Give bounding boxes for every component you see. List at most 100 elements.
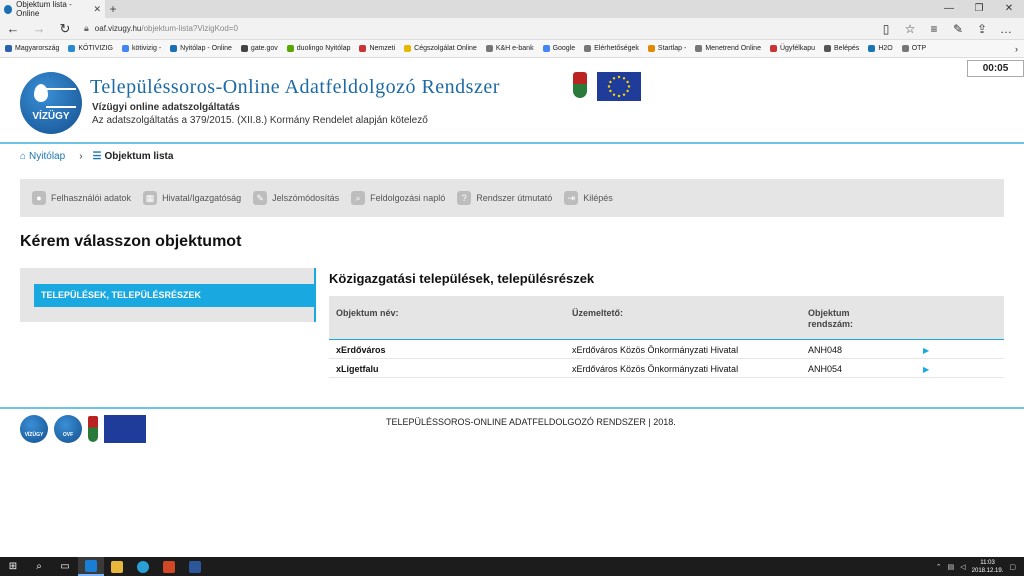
favorite-label: Ügyfélkapu [779,45,816,52]
restore-icon[interactable]: ❐ [964,0,994,18]
favorite-link[interactable]: gate.gov [240,45,278,52]
wrench-icon: ✎ [253,191,268,205]
building-icon: ▦ [143,191,158,205]
row-arrow-icon[interactable]: ▶ [923,365,929,374]
minimize-icon[interactable]: — [934,0,964,18]
favorite-label: Menetrend Online [705,45,761,52]
header-operator: Üzemeltető: [572,308,624,318]
footer-crest-icon [88,416,98,442]
back-icon[interactable]: ← [0,21,26,36]
favorites-overflow-icon[interactable]: › [1015,44,1018,54]
search-icon[interactable]: ⌕ [26,557,52,576]
breadcrumb-home-link[interactable]: ⌂ Nyitólap [20,151,65,162]
favorite-link[interactable]: Ügyfélkapu [769,45,816,52]
network-icon[interactable]: ▤ [948,563,955,571]
favorite-link[interactable]: kötivizig - [121,45,162,52]
favorite-label: kötivizig - [131,45,162,52]
table-row[interactable]: xErdőváros xErdőváros Közös Önkormányzat… [329,340,1004,359]
header-object-code-1: Objektum [808,308,850,318]
favorite-icon [5,45,12,52]
file-explorer-icon[interactable] [104,557,130,576]
windows-taskbar: ⊞ ⌕ ▭ ⌃ ▤ ◁ 11:03 2018.12.19. ▢ [0,557,1024,576]
chevron-right-icon: › [79,151,83,162]
favorite-icon [121,45,129,52]
eu-flag-icon [597,72,641,101]
hub-icon[interactable]: ≡ [922,22,946,36]
favorite-link[interactable]: Nemzeti [359,45,395,52]
row-operator: xErdőváros Közös Önkormányzati Hivatal [572,345,739,355]
menu-item-label: Jelszómódosítás [272,193,340,203]
taskbar-clock[interactable]: 11:03 2018.12.19. [972,559,1004,575]
windows-start-icon[interactable]: ⊞ [0,557,26,576]
favorite-link[interactable]: Magyarország [5,45,59,52]
menu-item[interactable]: ▦ Hivatal/Igazgatóság [143,191,241,205]
notifications-icon[interactable]: ▢ [1009,563,1016,571]
notes-icon[interactable]: ✎ [946,22,970,36]
favorite-link[interactable]: Cégszolgálat Online [404,45,477,52]
close-window-icon[interactable]: ✕ [994,0,1024,18]
menu-item[interactable]: ⇥ Kilépés [564,191,613,205]
forward-icon[interactable]: → [26,21,52,36]
page-heading: Kérem válasszon objektumot [20,233,242,250]
favorite-link[interactable]: Google [542,45,575,52]
more-icon[interactable]: … [994,22,1018,36]
word-icon[interactable] [182,557,208,576]
row-object-name[interactable]: xErdőváros [336,345,386,355]
footer-vizugy-logo: VÍZÜGY [20,415,48,443]
favorite-link[interactable]: H2O [868,45,893,52]
task-view-icon[interactable]: ▭ [52,557,78,576]
favorite-label: OTP [911,45,927,52]
powerpoint-icon[interactable] [156,557,182,576]
favorite-label: Belépés [834,45,860,52]
favorite-icon [647,45,655,52]
volume-icon[interactable]: ◁ [960,563,965,571]
refresh-icon[interactable]: ↻ [52,21,78,37]
lock-icon: 🔒︎ [84,23,89,33]
header-divider [0,142,1024,144]
favorite-icon [240,45,248,52]
favorite-icon [68,45,76,52]
favorite-link[interactable]: Startlap - [647,45,686,52]
row-object-code: ANH054 [808,364,843,374]
new-tab-button[interactable]: + [105,2,121,16]
share-icon[interactable]: ⇪ [970,22,994,36]
favorite-icon [542,45,550,52]
row-operator: xErdőváros Közös Önkormányzati Hivatal [572,364,739,374]
favorite-link[interactable]: K&H e-bank [485,45,534,52]
favorite-link[interactable]: Elérhetőségek [584,45,639,52]
window-controls: — ❐ ✕ [934,0,1024,18]
browser-tab[interactable]: Objektum lista - Online ✕ [0,0,105,18]
favorite-link[interactable]: Belépés [824,45,859,52]
menu-item[interactable]: ? Rendszer útmutató [457,191,552,205]
menu-item[interactable]: ● Felhasználói adatok [32,191,131,205]
tray-arrow-icon[interactable]: ⌃ [936,563,942,571]
menu-item[interactable]: ⌕ Feldolgozási napló [351,191,445,205]
menu-item[interactable]: ✎ Jelszómódosítás [253,191,339,205]
edge-browser-icon[interactable] [78,557,104,576]
sidebar-item-telepulesek[interactable]: TELEPÜLÉSEK, TELEPÜLÉSRÉSZEK [34,284,314,307]
favorite-star-icon[interactable]: ☆ [898,22,922,36]
home-icon: ⌂ [20,151,27,162]
favorite-link[interactable]: duolingo Nyitólap [286,45,350,52]
address-input[interactable]: oaf.vizugy.hu/objektum-lista?VizigKod=0 [95,24,238,33]
favorite-link[interactable]: KÖTIVIZIG [68,45,113,52]
favorite-label: Magyarország [15,45,60,52]
menu-item-label: Rendszer útmutató [476,193,553,203]
row-arrow-icon[interactable]: ▶ [923,346,929,355]
favorite-link[interactable]: OTP [901,45,927,52]
system-tray: ⌃ ▤ ◁ 11:03 2018.12.19. ▢ [936,557,1016,576]
favorite-link[interactable]: Nyitólap - Online [170,45,232,52]
hungarian-crest-icon [573,72,587,106]
breadcrumb-home-label: Nyitólap [29,151,66,162]
table-row[interactable]: xLigetfalu xErdőváros Közös Önkormányzat… [329,359,1004,378]
vizugy-logo[interactable]: VÍZÜGY [20,72,82,134]
menu-item-label: Feldolgozási napló [370,193,446,203]
row-object-name[interactable]: xLigetfalu [336,364,379,374]
favorite-link[interactable]: Menetrend Online [695,45,761,52]
user-icon: ● [32,191,46,205]
reading-view-icon[interactable]: ▯ [874,22,898,36]
close-tab-icon[interactable]: ✕ [93,4,101,15]
favorite-label: Elérhetőségek [594,45,639,52]
app-globe-icon[interactable] [130,557,156,576]
footer-eu-flag-icon [104,415,146,443]
